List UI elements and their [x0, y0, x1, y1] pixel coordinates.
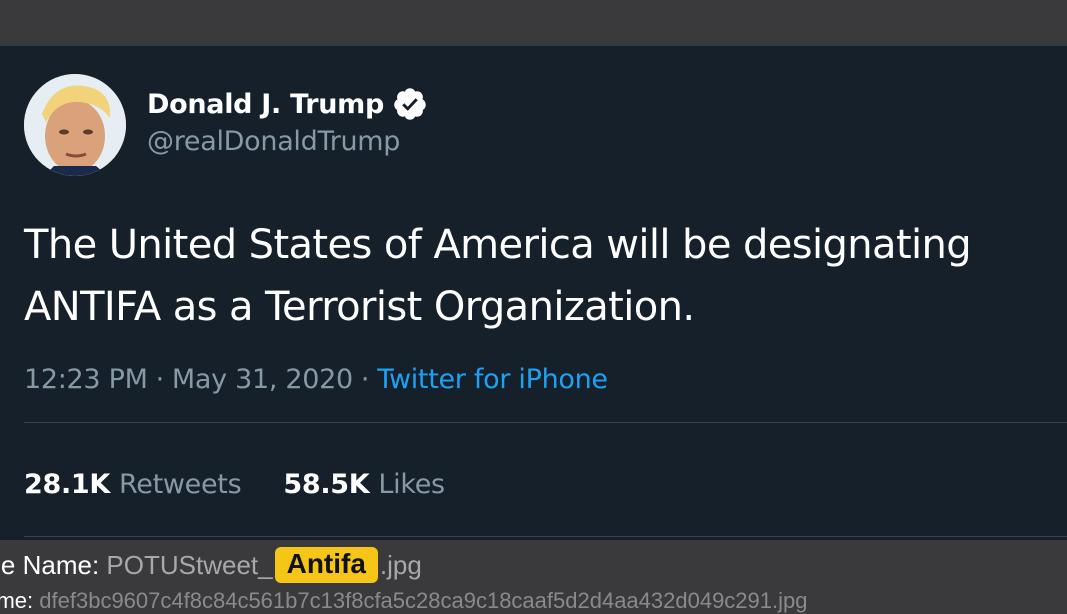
image-name-suffix: .jpg — [379, 549, 422, 580]
verified-badge-icon — [394, 88, 426, 120]
tweet-card: Donald J. Trump @realDonaldTrump The Uni… — [0, 44, 1067, 540]
divider — [24, 422, 1067, 423]
display-name[interactable]: Donald J. Trump — [147, 89, 384, 120]
author-name-row[interactable]: Donald J. Trump — [147, 84, 428, 124]
divider — [24, 536, 1067, 537]
avatar-image — [24, 74, 126, 176]
likes-count: 58.5K — [283, 469, 370, 500]
tweet-date[interactable]: May 31, 2020 — [172, 364, 353, 395]
image-name-prefix: POTUStweet_ — [106, 549, 273, 580]
meta-separator: · — [155, 364, 165, 395]
tweet-time[interactable]: 12:23 PM — [24, 364, 148, 395]
retweets-count: 28.1K — [24, 469, 111, 500]
user-handle[interactable]: @realDonaldTrump — [147, 126, 400, 157]
image-caption-bar: age Name: POTUStweet_Antifa.jpg name: df… — [0, 540, 1067, 613]
file-name-label: name: — [0, 588, 34, 613]
tweet-meta: 12:23 PM · May 31, 2020 · Twitter for iP… — [24, 364, 608, 395]
retweets-label: Retweets — [119, 469, 242, 500]
image-name-highlight: Antifa — [274, 547, 378, 583]
image-name-label: age Name: — [0, 549, 100, 580]
image-name-line: age Name: POTUStweet_Antifa.jpg — [0, 547, 422, 583]
likes-label: Likes — [378, 469, 445, 500]
tweet-source-link[interactable]: Twitter for iPhone — [377, 364, 608, 395]
file-name-value: dfef3bc9607c4f8c84c561b7c13f8cfa5c28ca9c… — [39, 588, 808, 613]
likes-stat[interactable]: 58.5K Likes — [283, 469, 445, 500]
retweets-stat[interactable]: 28.1K Retweets — [24, 469, 242, 500]
top-bar — [0, 0, 1067, 44]
meta-separator: · — [360, 364, 370, 395]
tweet-stats: 28.1K Retweets 58.5K Likes — [24, 469, 445, 500]
avatar[interactable] — [24, 74, 126, 176]
file-name-line: name: dfef3bc9607c4f8c84c561b7c13f8cfa5c… — [0, 588, 808, 614]
tweet-text: The United States of America will be des… — [24, 222, 972, 330]
